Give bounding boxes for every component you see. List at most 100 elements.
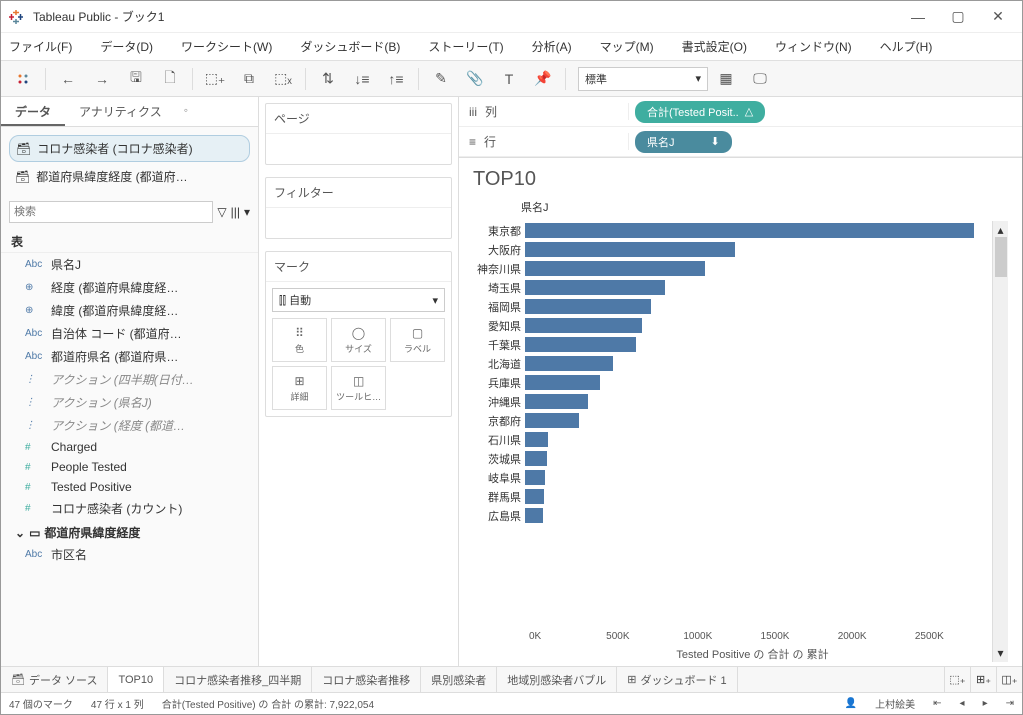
sheet-tab[interactable]: コロナ感染者推移_四半期 <box>164 667 312 692</box>
nav-last-icon[interactable]: ⇥ <box>1006 698 1014 709</box>
new-worksheet-button[interactable]: ⬚₊ <box>199 64 231 94</box>
nav-prev-icon[interactable]: ◂ <box>960 698 965 709</box>
bar[interactable] <box>525 299 651 314</box>
field-item[interactable]: ⋮アクション (県名J) <box>1 391 258 414</box>
field-item[interactable]: Abc自治体 コード (都道府… <box>1 322 258 345</box>
bar[interactable] <box>525 375 600 390</box>
datasource-tab[interactable]: 🗃データ ソース <box>1 667 108 692</box>
menu-story[interactable]: ストーリー(T) <box>428 38 503 55</box>
bar[interactable] <box>525 451 547 466</box>
bar[interactable] <box>525 261 705 276</box>
menu-worksheet[interactable]: ワークシート(W) <box>181 38 272 55</box>
menu-analysis[interactable]: 分析(A) <box>532 38 572 55</box>
new-worksheet-icon[interactable]: ⬚₊ <box>944 667 970 692</box>
swap-button[interactable]: ⇅ <box>312 64 344 94</box>
sheet-tab[interactable]: 地域別感染者バブル <box>497 667 617 692</box>
bar[interactable] <box>525 223 974 238</box>
datasource-item[interactable]: 🗃コロナ感染者 (コロナ感染者) <box>9 135 250 162</box>
filter-icon[interactable]: ▽ <box>217 205 226 219</box>
sort-asc-button[interactable]: ↓≡ <box>346 64 378 94</box>
scroll-down-icon[interactable]: ▾ <box>997 646 1003 660</box>
bar[interactable] <box>525 432 548 447</box>
dashboard-tab[interactable]: ⊞ダッシュボード 1 <box>617 667 737 692</box>
bar[interactable] <box>525 337 636 352</box>
bar[interactable] <box>525 394 588 409</box>
sheet-tab[interactable]: 県別感染者 <box>421 667 497 692</box>
bar[interactable] <box>525 356 613 371</box>
columns-pill[interactable]: 合計(Tested Posit..△ <box>635 101 765 123</box>
group-button[interactable]: 📎 <box>459 64 491 94</box>
size-shelf[interactable]: ◯サイズ <box>331 318 386 362</box>
field-item[interactable]: ⊕緯度 (都道府県緯度経… <box>1 299 258 322</box>
bar[interactable] <box>525 242 735 257</box>
scroll-up-icon[interactable]: ▴ <box>997 223 1003 237</box>
bar[interactable] <box>525 489 544 504</box>
rows-pill[interactable]: 県名J⬇ <box>635 131 732 153</box>
minimize-button[interactable]: — <box>898 3 938 31</box>
save-button[interactable]: 🖫 <box>120 64 152 94</box>
viz-title[interactable]: TOP10 <box>473 168 1008 191</box>
field-item[interactable]: #Tested Positive <box>1 477 258 497</box>
field-item[interactable]: Abc県名J <box>1 253 258 276</box>
back-button[interactable]: ← <box>52 64 84 94</box>
menu-window[interactable]: ウィンドウ(N) <box>775 38 852 55</box>
bar[interactable] <box>525 508 543 523</box>
search-input[interactable] <box>9 201 213 223</box>
forward-button[interactable]: → <box>86 64 118 94</box>
field-item[interactable]: Abc都道府県名 (都道府県… <box>1 345 258 368</box>
field-item[interactable]: ⊕経度 (都道府県緯度経… <box>1 276 258 299</box>
detail-shelf[interactable]: ⊞詳細 <box>272 366 327 410</box>
new-dashboard-icon[interactable]: ⊞₊ <box>970 667 996 692</box>
bar[interactable] <box>525 280 665 295</box>
bar[interactable] <box>525 413 579 428</box>
tab-analytics[interactable]: アナリティクス <box>65 97 176 126</box>
new-datasource-button[interactable]: 🗋 <box>154 64 186 94</box>
sort-desc-button[interactable]: ↑≡ <box>380 64 412 94</box>
highlight-button[interactable]: ✎ <box>425 64 457 94</box>
menu-format[interactable]: 書式設定(O) <box>682 38 747 55</box>
label-button[interactable]: T <box>493 64 525 94</box>
nav-first-icon[interactable]: ⇤ <box>933 698 941 709</box>
fit-dropdown[interactable]: 標準▾ <box>578 67 708 91</box>
close-button[interactable]: ✕ <box>978 3 1018 31</box>
mark-type-dropdown[interactable]: ⫿⫿ 自動▾ <box>272 288 445 312</box>
menu-help[interactable]: ヘルプ(H) <box>880 38 933 55</box>
duplicate-button[interactable]: ⧉ <box>233 64 265 94</box>
color-shelf[interactable]: ⠿色 <box>272 318 327 362</box>
view-icon[interactable]: ||| <box>231 205 240 219</box>
pin-button[interactable]: 📌 <box>527 64 559 94</box>
field-item[interactable]: ⋮アクション (四半期(日付… <box>1 368 258 391</box>
datasource-item[interactable]: 🗃都道府県緯度経度 (都道府… <box>9 164 250 189</box>
new-story-icon[interactable]: ◫₊ <box>996 667 1022 692</box>
pages-card[interactable]: ページ <box>265 103 452 165</box>
label-shelf[interactable]: ▢ラベル <box>390 318 445 362</box>
pin-pane-icon[interactable]: ◦ <box>176 97 196 126</box>
rows-shelf[interactable]: ≡行 県名J⬇ <box>459 127 1022 157</box>
tableau-icon[interactable] <box>7 64 39 94</box>
bar[interactable] <box>525 318 642 333</box>
scroll-thumb[interactable] <box>995 237 1007 277</box>
field-item[interactable]: #コロナ感染者 (カウント) <box>1 497 258 520</box>
presentation-button[interactable]: 🖵 <box>744 64 776 94</box>
maximize-button[interactable]: ▢ <box>938 3 978 31</box>
sheet-tab[interactable]: TOP10 <box>108 667 164 692</box>
bar[interactable] <box>525 470 545 485</box>
menu-map[interactable]: マップ(M) <box>600 38 654 55</box>
filters-card[interactable]: フィルター <box>265 177 452 239</box>
vertical-scrollbar[interactable]: ▴ ▾ <box>992 221 1008 662</box>
field-item[interactable]: #People Tested <box>1 457 258 477</box>
field-item[interactable]: #Charged <box>1 437 258 457</box>
nav-next-icon[interactable]: ▸ <box>983 698 988 709</box>
field-item[interactable]: Abc市区名 <box>1 543 258 566</box>
show-me-button[interactable]: ▦ <box>710 64 742 94</box>
dropdown-icon[interactable]: ▾ <box>244 205 250 219</box>
menu-data[interactable]: データ(D) <box>100 38 153 55</box>
field-item[interactable]: ⋮アクション (経度 (都道… <box>1 414 258 437</box>
folder-item[interactable]: ⌄▭都道府県緯度経度 <box>1 520 258 543</box>
menu-file[interactable]: ファイル(F) <box>9 38 72 55</box>
clear-button[interactable]: ⬚ₓ <box>267 64 299 94</box>
sheet-tab[interactable]: コロナ感染者推移 <box>312 667 421 692</box>
menu-dashboard[interactable]: ダッシュボード(B) <box>300 38 400 55</box>
tab-data[interactable]: データ <box>1 97 65 126</box>
columns-shelf[interactable]: iii列 合計(Tested Posit..△ <box>459 97 1022 127</box>
